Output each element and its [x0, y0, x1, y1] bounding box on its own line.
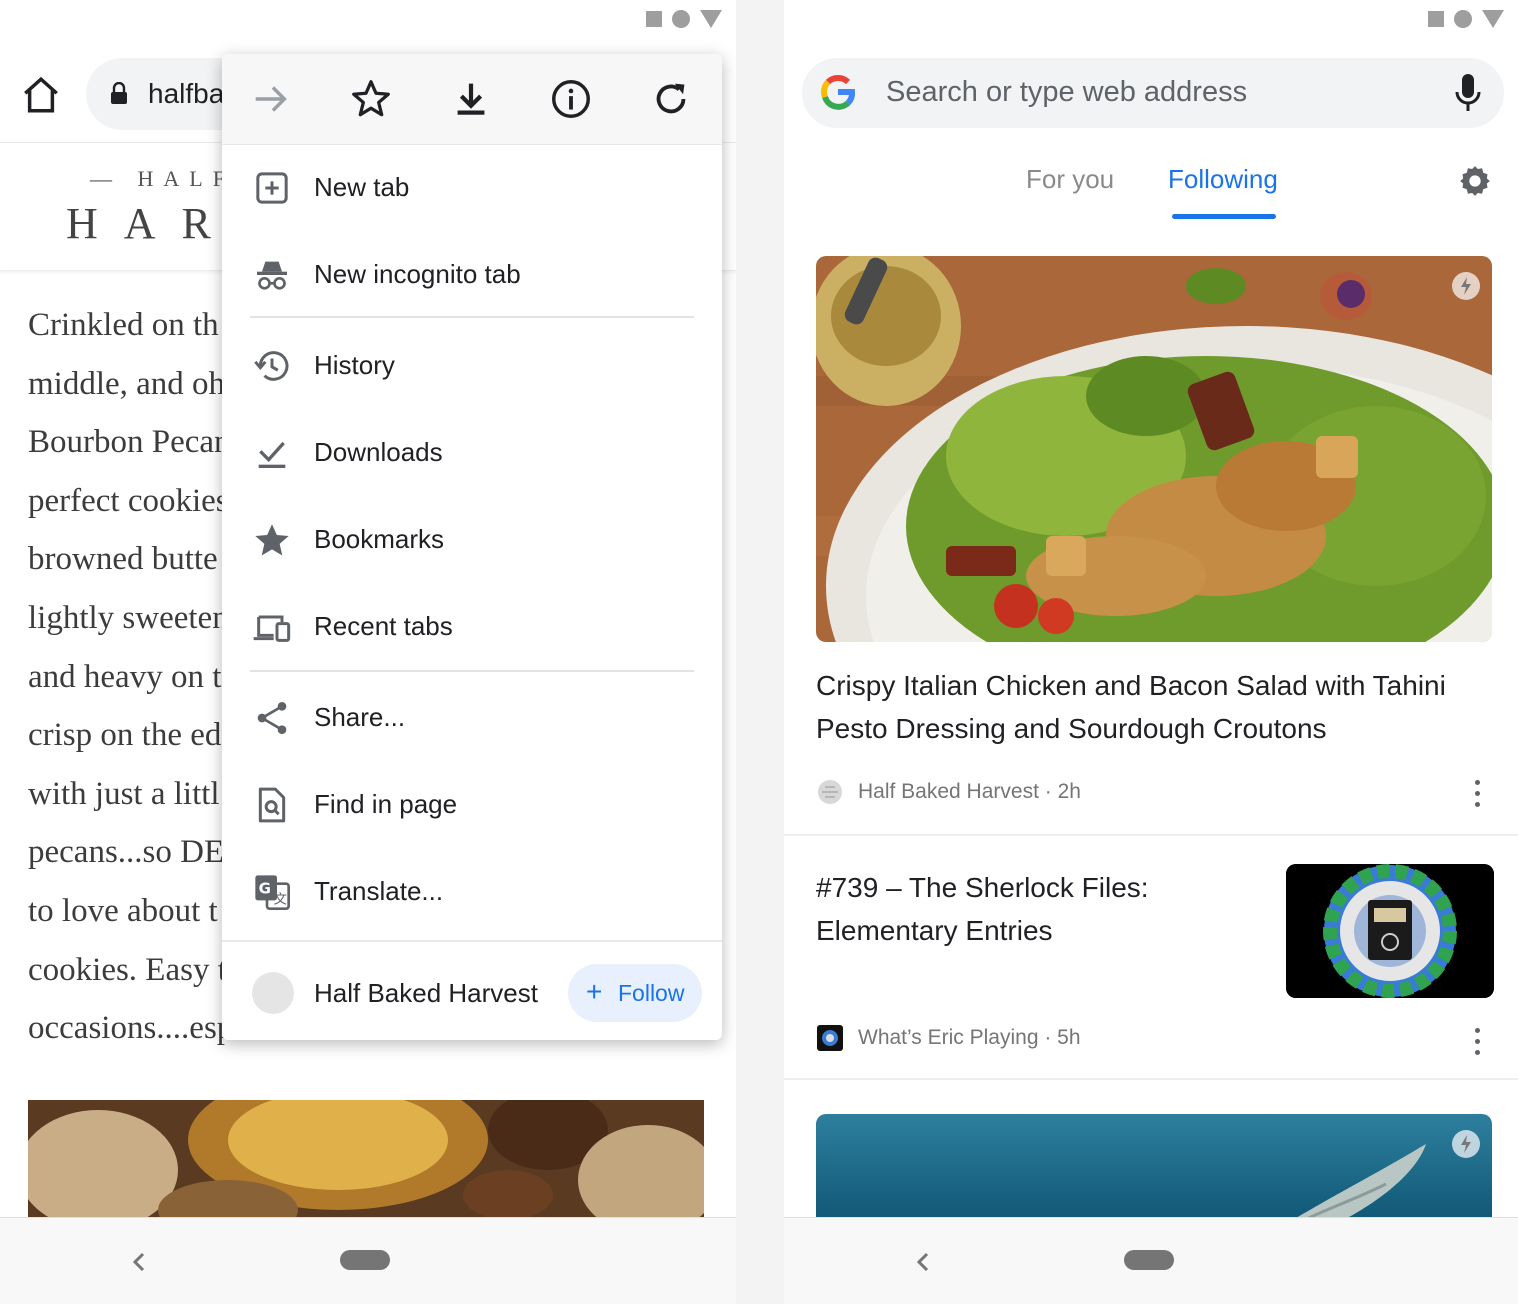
lock-icon [111, 82, 127, 104]
site-logo-small: — HALF [90, 166, 235, 191]
feed-tabs: For you Following [784, 140, 1518, 224]
menu-item-history[interactable]: History [222, 322, 722, 408]
downloads-check-icon [258, 441, 286, 468]
back-icon[interactable] [126, 1242, 150, 1282]
menu-item-label: New incognito tab [314, 259, 521, 289]
amp-lightning-icon [1452, 272, 1480, 300]
tab-following[interactable]: Following [1168, 164, 1278, 195]
new-tab-icon [256, 172, 288, 204]
menu-item-translate[interactable]: G 文 Translate... [222, 848, 722, 934]
home-pill[interactable] [1124, 1250, 1174, 1270]
amp-lightning-icon [1452, 1130, 1480, 1158]
bookmark-star-icon [255, 524, 289, 556]
search-box[interactable]: Search or type web address [802, 58, 1504, 128]
menu-item-label: Share... [314, 702, 406, 732]
status-square-icon [646, 11, 662, 27]
back-icon[interactable] [910, 1242, 934, 1282]
menu-item-share[interactable]: Share... [222, 674, 722, 760]
plus-icon: + [586, 976, 603, 1007]
menu-item-label: Translate... [314, 876, 444, 906]
translate-icon: G 文 [255, 875, 290, 910]
status-circle-icon [672, 10, 690, 28]
follow-button[interactable]: + Follow [568, 964, 702, 1022]
forward-icon[interactable] [248, 76, 294, 122]
google-logo-icon [821, 75, 855, 110]
download-icon[interactable] [448, 76, 494, 122]
card-title[interactable]: #739 – The Sherlock Files: Elementary En… [816, 866, 1256, 952]
menu-divider [250, 316, 694, 318]
url-text: halfba [148, 78, 225, 109]
info-icon[interactable] [548, 76, 594, 122]
menu-item-label: Recent tabs [314, 611, 453, 641]
mic-icon[interactable] [1452, 72, 1484, 114]
home-pill[interactable] [340, 1250, 390, 1270]
menu-item-bookmarks[interactable]: Bookmarks [222, 496, 722, 582]
home-icon[interactable] [20, 74, 62, 116]
incognito-icon [257, 261, 287, 290]
site-favicon [818, 780, 842, 804]
screen-gutter [736, 0, 784, 1304]
menu-item-find-in-page[interactable]: Find in page [222, 761, 722, 847]
left-phone-screen: halfba — HALF HAR Crinkled on th middle,… [0, 0, 736, 1304]
system-nav-bar [784, 1217, 1518, 1304]
podcast-thumbnail[interactable] [1286, 864, 1494, 998]
follow-label: Follow [618, 980, 685, 1006]
devices-icon [253, 615, 291, 642]
status-bar [0, 0, 736, 40]
card-source: What’s Eric Playing · 5h [858, 1026, 1081, 1049]
menu-icon-row [222, 54, 722, 145]
menu-item-new-tab[interactable]: New tab [222, 144, 722, 230]
article-cookie-image [28, 1100, 704, 1218]
menu-item-label: Downloads [314, 437, 443, 467]
find-in-page-icon [258, 787, 286, 823]
site-favicon [817, 1025, 843, 1051]
reload-icon[interactable] [648, 76, 694, 122]
salad-article-image[interactable] [816, 256, 1492, 642]
overflow-menu: New tab New incognito tab History Downlo… [222, 54, 722, 1040]
tab-for-you[interactable]: For you [1026, 164, 1114, 195]
system-nav-bar [0, 1217, 736, 1304]
status-circle-icon [1454, 10, 1472, 28]
menu-item-label: History [314, 350, 395, 380]
ocean-article-image[interactable] [816, 1114, 1492, 1224]
status-bar [784, 0, 1518, 40]
card-divider [784, 1078, 1518, 1080]
svg-text:文: 文 [274, 892, 287, 908]
search-placeholder: Search or type web address [886, 76, 1248, 108]
svg-text:G: G [259, 880, 271, 898]
site-name: Half Baked Harvest [314, 978, 538, 1008]
site-favicon [252, 972, 294, 1014]
menu-item-label: New tab [314, 172, 410, 202]
card-title[interactable]: Crispy Italian Chicken and Bacon Salad w… [816, 664, 1476, 750]
share-icon [257, 702, 287, 734]
star-icon[interactable] [348, 76, 394, 122]
menu-item-recent-tabs[interactable]: Recent tabs [222, 583, 722, 669]
status-triangle-icon [1482, 10, 1504, 28]
menu-item-downloads[interactable]: Downloads [222, 409, 722, 495]
gear-icon[interactable] [1458, 164, 1492, 198]
active-tab-indicator [1172, 214, 1276, 219]
menu-item-label: Find in page [314, 789, 458, 819]
more-options-icon[interactable] [1474, 1028, 1482, 1056]
menu-follow-row: Half Baked Harvest + Follow [222, 940, 722, 1040]
status-triangle-icon [700, 10, 722, 28]
status-square-icon [1428, 11, 1444, 27]
menu-item-new-incognito-tab[interactable]: New incognito tab [222, 231, 722, 317]
more-options-icon[interactable] [1474, 780, 1482, 808]
history-icon [254, 351, 289, 381]
card-divider [784, 834, 1518, 836]
site-logo: HAR [66, 199, 237, 248]
right-phone-screen: Search or type web address For you Follo… [784, 0, 1518, 1304]
menu-item-label: Bookmarks [314, 524, 445, 554]
card-source: Half Baked Harvest · 2h [858, 780, 1081, 803]
menu-divider [250, 670, 694, 672]
